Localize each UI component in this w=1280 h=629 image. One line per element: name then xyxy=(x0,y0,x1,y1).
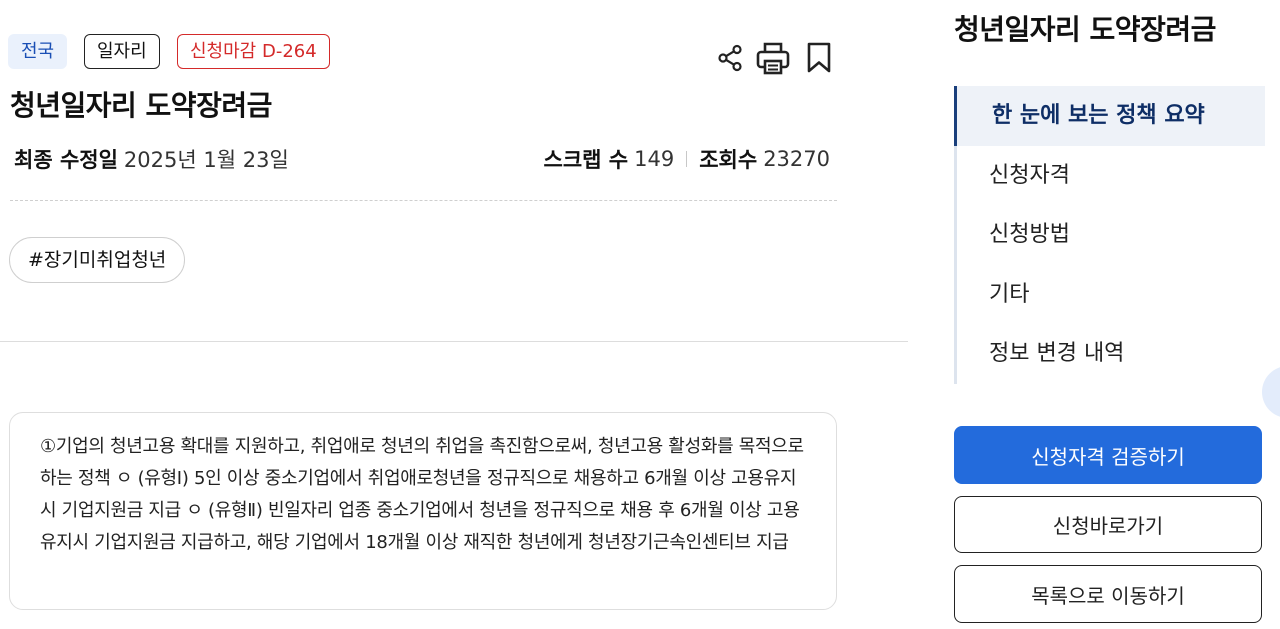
scrap-count: 149 xyxy=(634,147,675,171)
updated-label: 최종 수정일 xyxy=(14,148,118,172)
share-button[interactable] xyxy=(714,38,746,78)
stats: 스크랩 수 149 조회수 23270 xyxy=(544,144,830,174)
section-divider xyxy=(0,341,908,342)
deadline-badge: 신청마감 D-264 xyxy=(177,34,330,69)
category-badge: 일자리 xyxy=(84,34,160,69)
region-badge: 전국 xyxy=(8,34,68,69)
share-icon xyxy=(718,44,742,72)
toc-item-etc[interactable]: 기타 xyxy=(954,265,1265,325)
updated-date: 최종 수정일 2025년 1월 23일 xyxy=(14,144,289,174)
stats-separator xyxy=(686,151,688,167)
policy-detail: 전국 일자리 신청마감 D-264 청년일자리 도약장려금 최종 수정일 2025… xyxy=(0,0,908,629)
hashtag-chip[interactable]: #장기미취업청년 xyxy=(9,237,186,283)
toc-item-eligibility[interactable]: 신청자격 xyxy=(954,146,1265,206)
views-count: 23270 xyxy=(763,147,830,171)
bookmark-button[interactable] xyxy=(802,38,836,78)
verify-eligibility-button[interactable]: 신청자격 검증하기 xyxy=(954,426,1262,484)
bookmark-icon xyxy=(807,42,831,73)
printer-icon xyxy=(756,42,790,75)
views-label: 조회수 xyxy=(699,148,758,172)
back-to-list-button[interactable]: 목록으로 이동하기 xyxy=(954,565,1262,623)
summary-text: ①기업의 청년고용 확대를 지원하고, 취업애로 청년의 취업을 촉진함으로써,… xyxy=(40,436,804,553)
summary-box: ①기업의 청년고용 확대를 지원하고, 취업애로 청년의 취업을 촉진함으로써,… xyxy=(9,412,837,610)
sidebar-title: 청년일자리 도약장려금 xyxy=(954,13,1216,46)
apply-now-button[interactable]: 신청바로가기 xyxy=(954,496,1262,553)
toc-item-summary[interactable]: 한 눈에 보는 정책 요약 xyxy=(954,86,1265,146)
toc-item-change-history[interactable]: 정보 변경 내역 xyxy=(954,324,1265,384)
sidebar: 청년일자리 도약장려금 한 눈에 보는 정책 요약 신청자격 신청방법 기타 정… xyxy=(954,0,1280,629)
updated-value: 2025년 1월 23일 xyxy=(123,148,289,172)
page-title: 청년일자리 도약장려금 xyxy=(10,89,272,122)
toc-item-how-to-apply[interactable]: 신청방법 xyxy=(954,205,1265,265)
print-button[interactable] xyxy=(753,38,793,78)
table-of-contents: 한 눈에 보는 정책 요약 신청자격 신청방법 기타 정보 변경 내역 xyxy=(954,86,1265,384)
scrap-label: 스크랩 수 xyxy=(543,148,629,172)
dashed-divider xyxy=(10,200,837,201)
